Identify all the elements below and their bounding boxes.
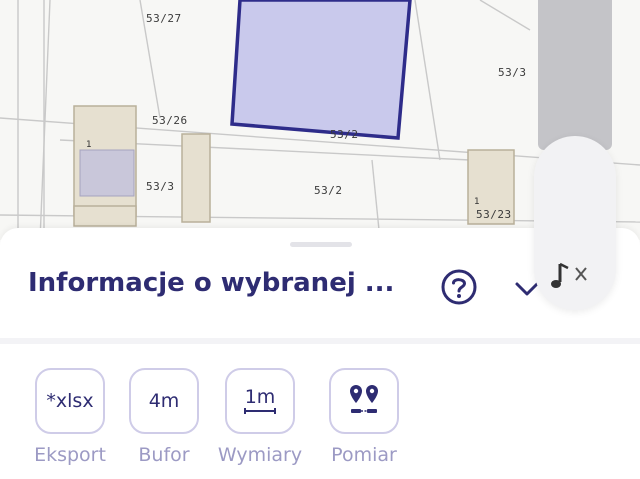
svg-text:1: 1 <box>86 140 92 150</box>
buffer-button[interactable]: 4m <box>129 368 199 434</box>
measure-line-icon <box>244 408 276 414</box>
export-button[interactable]: *xlsx <box>35 368 105 434</box>
dimensions-icon: 1m <box>244 386 276 408</box>
parcel-label: 53/3 <box>498 66 527 79</box>
sheet-drag-handle[interactable] <box>290 242 352 247</box>
section-divider <box>0 338 640 344</box>
map-layer-control[interactable] <box>538 0 612 150</box>
sheet-title: Informacje o wybranej ... <box>28 268 395 298</box>
buffer-icon: 4m <box>148 390 180 412</box>
help-button[interactable] <box>440 268 478 306</box>
parcel-label: 53/26 <box>152 114 188 127</box>
export-label: Eksport <box>34 444 106 466</box>
measure-label: Pomiar <box>331 444 397 466</box>
measure-tool[interactable]: Pomiar <box>314 368 414 466</box>
svg-text:1: 1 <box>474 197 480 207</box>
parcel-label: 53/2 <box>330 128 359 141</box>
music-note-icon <box>551 262 587 288</box>
audio-control[interactable] <box>534 136 616 310</box>
selected-parcel <box>230 0 412 140</box>
parcel-label: 53/3 <box>146 180 175 193</box>
export-tool[interactable]: *xlsx Eksport <box>20 368 120 466</box>
help-circle-icon <box>441 269 477 305</box>
parcel-label: 53/27 <box>146 12 182 25</box>
buffer-tool[interactable]: 4m Bufor <box>114 368 214 466</box>
dimensions-label: Wymiary <box>217 444 303 466</box>
buffer-label: Bufor <box>138 444 190 466</box>
dimensions-tool[interactable]: 1m Wymiary <box>210 368 310 466</box>
parcel-label: 53/2 <box>314 184 343 197</box>
dimensions-button[interactable]: 1m <box>225 368 295 434</box>
pins-icon <box>350 385 378 413</box>
measure-button[interactable] <box>329 368 399 434</box>
parcel-label: 53/23 <box>476 208 512 221</box>
xlsx-icon: *xlsx <box>46 390 94 412</box>
